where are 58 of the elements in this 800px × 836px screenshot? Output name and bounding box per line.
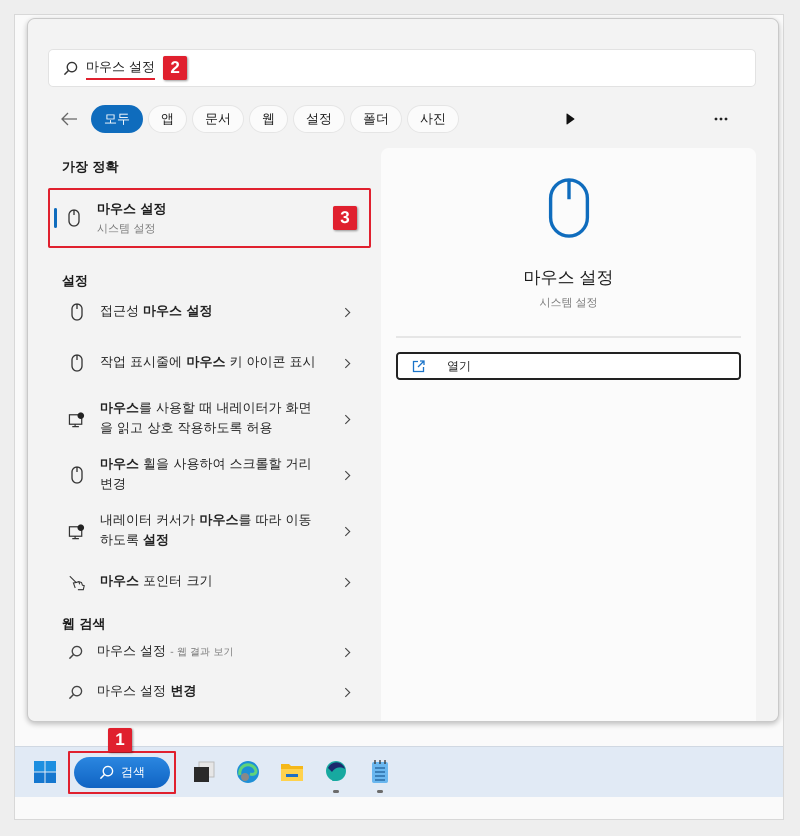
chevron-right-icon [344,576,351,588]
result-item[interactable]: 내레이터 커서가 마우스를 따라 이동하도록 설정 [100,511,318,551]
result-subtitle: 시스템 설정 [97,221,156,236]
filter-tab[interactable]: 문서 [192,105,244,133]
callout-badge: 1 [108,728,132,752]
search-icon [68,644,83,660]
result-item[interactable]: 마우스 휠을 사용하여 스크롤할 거리 변경 [100,455,318,495]
search-icon [63,60,78,76]
open-external-icon [412,360,425,372]
search-field[interactable]: 마우스 설정 2 [48,49,756,87]
search-button[interactable]: 검색 [74,756,170,788]
callout-badge: 2 [163,56,188,80]
monitor-icon [68,522,86,540]
best-match-item[interactable]: 마우스 설정 시스템 설정 3 [48,188,371,248]
mouse-icon [546,178,590,238]
filter-tab[interactable]: 설정 [293,105,345,133]
filter-tab[interactable]: 사진 [407,105,459,133]
more-icon[interactable] [714,117,728,121]
chevron-right-icon [344,306,351,318]
result-item[interactable]: 작업 표시줄에 마우스 키 아이콘 표시 [100,353,318,373]
section-heading: 설정 [61,273,89,289]
chevron-right-icon [344,526,351,536]
result-title: 마우스 설정 [97,201,168,218]
selection-indicator [54,208,57,228]
result-item[interactable]: 마우스 포인터 크기 [100,572,318,592]
filter-tab[interactable]: 폴더 [350,105,402,133]
notepad-icon[interactable] [370,759,390,785]
chevron-right-icon [344,470,351,480]
search-icon [99,764,114,780]
folder-icon[interactable] [280,761,304,783]
callout-badge: 3 [333,206,357,230]
play-icon[interactable] [566,113,575,125]
search-text: 마우스 설정 [86,56,156,80]
result-item[interactable]: 마우스를 사용할 때 내레이터가 화면을 읽고 상호 작용하도록 허용 [100,399,318,439]
chevron-right-icon [344,358,351,368]
result-item[interactable]: 마우스 설정 변경 [97,684,196,699]
result-item[interactable]: 마우스 설정 [97,644,166,658]
open-button[interactable]: 열기 [396,352,741,380]
browser-icon[interactable] [236,760,260,784]
chevron-right-icon [344,686,351,698]
search-icon [68,684,83,700]
start-icon[interactable] [34,761,56,783]
chevron-right-icon [344,646,351,658]
filter-tab[interactable]: 웹 [249,105,288,133]
filter-tab[interactable]: 앱 [148,105,187,133]
section-heading: 웹 검색 [61,616,107,632]
app-icon[interactable] [324,760,348,784]
result-hint: - 웹 결과 보기 [170,646,234,658]
detail-subtitle: 시스템 설정 [539,295,598,310]
section-heading: 가장 정확 [61,159,120,175]
pointer-icon [68,574,86,590]
result-item[interactable]: 접근성 마우스 설정 [100,302,318,322]
monitor-icon [68,410,86,428]
filter-tab[interactable]: 모두 [91,105,143,133]
detail-title: 마우스 설정 [523,267,614,289]
chevron-right-icon [344,414,351,424]
back-arrow-icon[interactable] [60,112,78,126]
task-view-icon[interactable] [193,761,215,783]
